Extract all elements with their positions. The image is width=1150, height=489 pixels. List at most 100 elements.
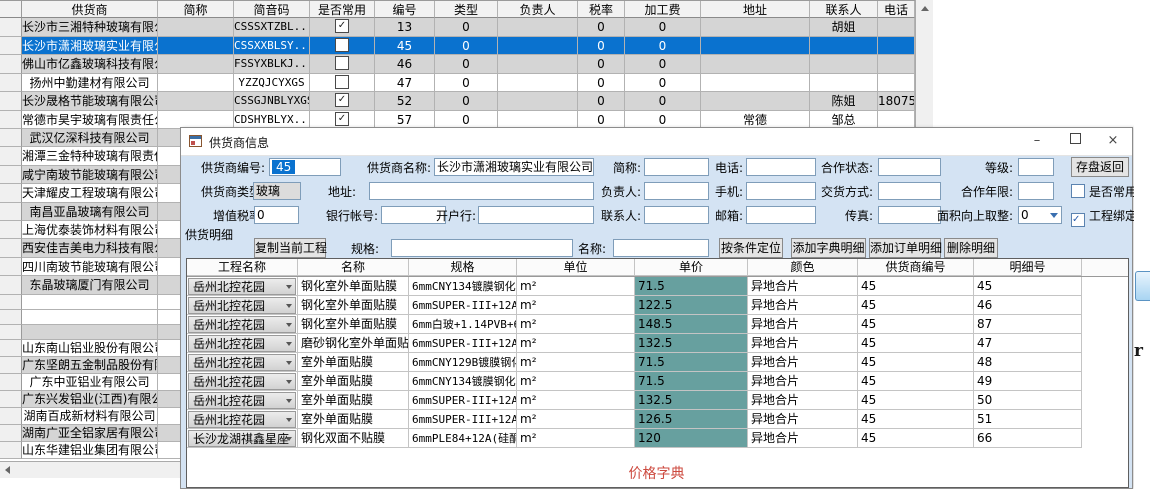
color-cell[interactable]: 异地合片 — [748, 296, 858, 315]
supplier-row[interactable]: 长沙晟格节能玻璃有限公司CSSGJNBLYXGS✓52000陈姐180751 — [0, 92, 933, 111]
name-cell[interactable]: 钢化室外单面贴膜 — [298, 277, 409, 296]
project-combobox[interactable]: 岳州北控花园 — [188, 392, 296, 409]
supplier-name-cell[interactable]: 湖南百成新材料有限公司 — [22, 408, 158, 425]
price-cell[interactable]: 120 — [635, 429, 748, 448]
column-header[interactable]: 地址 — [701, 1, 810, 18]
unit-cell[interactable]: m² — [517, 410, 635, 429]
project-cell[interactable]: 岳州北控花园 — [187, 277, 298, 296]
column-header[interactable]: 税率 — [578, 1, 625, 18]
row-header-cell[interactable] — [0, 166, 22, 184]
cell[interactable] — [878, 55, 915, 74]
column-header[interactable]: 联系人 — [810, 1, 878, 18]
area-round-up-select[interactable]: 0 — [1018, 206, 1062, 224]
grid-column-header[interactable]: 规格 — [409, 259, 517, 276]
cell[interactable]: 0 — [578, 55, 625, 74]
cell[interactable]: ✓ — [310, 18, 375, 37]
supplier-row[interactable]: 佛山市亿鑫玻璃科技有限公司FSSYXBLKJ...46000 — [0, 55, 933, 74]
cell[interactable] — [310, 74, 375, 93]
row-header-cell[interactable] — [0, 37, 22, 56]
bank-branch-input[interactable] — [478, 206, 594, 224]
cell[interactable]: 0 — [578, 18, 625, 37]
row-header-cell[interactable] — [0, 391, 22, 408]
color-cell[interactable]: 异地合片 — [748, 277, 858, 296]
supplier-name-cell[interactable]: 上海优泰装饰材料有限公司 — [22, 221, 158, 239]
row-header-cell[interactable] — [0, 18, 22, 37]
cell[interactable]: 长沙市三湘特种玻璃有限公司 — [22, 18, 158, 37]
project-cell[interactable]: 长沙龙湖祺鑫星座 — [187, 429, 298, 448]
row-header-cell[interactable] — [0, 203, 22, 221]
unit-cell[interactable]: m² — [517, 391, 635, 410]
supplier-id-cell[interactable]: 45 — [858, 353, 974, 372]
grid-row[interactable]: 岳州北控花园磨砂钢化室外单面贴膜6mmSUPER-III+12A(硅...m²1… — [187, 334, 1128, 353]
spec-cell[interactable]: 6mmSUPER-III+12A(硅... — [409, 391, 517, 410]
cell[interactable]: 长沙晟格节能玻璃有限公司 — [22, 92, 158, 111]
cell[interactable] — [701, 18, 810, 37]
cell[interactable]: 0 — [578, 74, 625, 93]
scroll-up-icon[interactable] — [921, 6, 929, 11]
name-cell[interactable]: 钢化室外单面贴膜 — [298, 296, 409, 315]
cell[interactable]: 0 — [435, 55, 498, 74]
cell[interactable] — [498, 92, 578, 111]
grid-column-header[interactable]: 工程名称 — [187, 259, 298, 276]
row-header-cell[interactable] — [0, 425, 22, 442]
cell[interactable] — [878, 18, 915, 37]
supplier-name-cell[interactable]: 山东南山铝业股份有限公司 — [22, 340, 158, 357]
price-cell[interactable]: 132.5 — [635, 334, 748, 353]
cell[interactable] — [310, 37, 375, 56]
row-header-cell[interactable] — [0, 184, 22, 202]
common-checkbox[interactable] — [335, 56, 349, 70]
unit-cell[interactable]: m² — [517, 277, 635, 296]
supplier-name-cell[interactable]: 东晶玻璃厦门有限公司 — [22, 276, 158, 294]
spec-cell[interactable]: 6mmPLE84+12A(硅酮胶... — [409, 429, 517, 448]
cell[interactable]: FSSYXBLKJ... — [234, 55, 310, 74]
project-combobox[interactable]: 岳州北控花园 — [188, 278, 296, 295]
grid-column-header[interactable]: 明细号 — [974, 259, 1082, 276]
supplier-id-cell[interactable]: 45 — [858, 372, 974, 391]
price-cell[interactable]: 71.5 — [635, 277, 748, 296]
unit-cell[interactable]: m² — [517, 353, 635, 372]
copy-current-project-button[interactable]: 复制当前工程 — [254, 238, 326, 258]
detail-id-cell[interactable]: 46 — [974, 296, 1082, 315]
project-combobox[interactable]: 岳州北控花园 — [188, 373, 296, 390]
supplier-name-cell[interactable]: 天津耀皮工程玻璃有限公司 — [22, 184, 158, 202]
name-filter-input[interactable] — [613, 239, 709, 257]
cell[interactable] — [158, 37, 234, 56]
cell[interactable]: 0 — [625, 18, 701, 37]
grid-row[interactable]: 岳州北控花园钢化室外单面贴膜6mmCNY134镀膜钢化m²71.5异地合片454… — [187, 277, 1128, 296]
supplier-row[interactable]: 长沙市潇湘玻璃实业有限公司CSSXXBLSY...45000 — [0, 37, 933, 56]
minimize-button[interactable]: – — [1018, 128, 1056, 154]
supplier-name-cell[interactable]: 咸宁南玻节能玻璃有限公司 — [22, 166, 158, 184]
color-cell[interactable]: 异地合片 — [748, 334, 858, 353]
column-header[interactable]: 类型 — [435, 1, 498, 18]
supplier-name-cell[interactable]: 西安佳吉美电力科技有限公司 — [22, 239, 158, 257]
spec-cell[interactable]: 6mm白玻+1.14PVB+6mm... — [409, 315, 517, 334]
spec-cell[interactable]: 6mmCNY134镀膜钢化 — [409, 372, 517, 391]
supplier-name-cell[interactable] — [22, 310, 158, 325]
row-header-cell[interactable] — [0, 239, 22, 257]
column-header[interactable]: 简称 — [158, 1, 234, 18]
unit-cell[interactable]: m² — [517, 372, 635, 391]
detail-id-cell[interactable]: 50 — [974, 391, 1082, 410]
project-cell[interactable]: 岳州北控花园 — [187, 372, 298, 391]
row-header-cell[interactable] — [0, 442, 22, 459]
supplier-name-cell[interactable]: 广东坚朗五金制品股份有限公司 — [22, 357, 158, 374]
project-combobox[interactable]: 岳州北控花园 — [188, 411, 296, 428]
cell[interactable]: CSSGJNBLYXGS — [234, 92, 310, 111]
cell[interactable]: 13 — [375, 18, 435, 37]
supplier-id-cell[interactable]: 45 — [858, 429, 974, 448]
cell[interactable] — [701, 37, 810, 56]
column-header[interactable]: 负责人 — [498, 1, 578, 18]
cell[interactable]: 0 — [578, 37, 625, 56]
detail-id-cell[interactable]: 51 — [974, 410, 1082, 429]
spec-cell[interactable]: 6mmSUPER-III+12A(硅... — [409, 296, 517, 315]
detail-id-cell[interactable]: 48 — [974, 353, 1082, 372]
column-header[interactable]: 是否常用 — [310, 1, 375, 18]
project-cell[interactable]: 岳州北控花园 — [187, 353, 298, 372]
unit-cell[interactable]: m² — [517, 315, 635, 334]
row-header-cell[interactable] — [0, 55, 22, 74]
suppliers-vertical-scrollbar[interactable] — [915, 0, 933, 129]
project-cell[interactable]: 岳州北控花园 — [187, 315, 298, 334]
save-return-button[interactable]: 存盘返回 — [1071, 157, 1129, 177]
supplier-name-cell[interactable]: 四川南玻节能玻璃有限公司 — [22, 258, 158, 276]
color-cell[interactable]: 异地合片 — [748, 391, 858, 410]
